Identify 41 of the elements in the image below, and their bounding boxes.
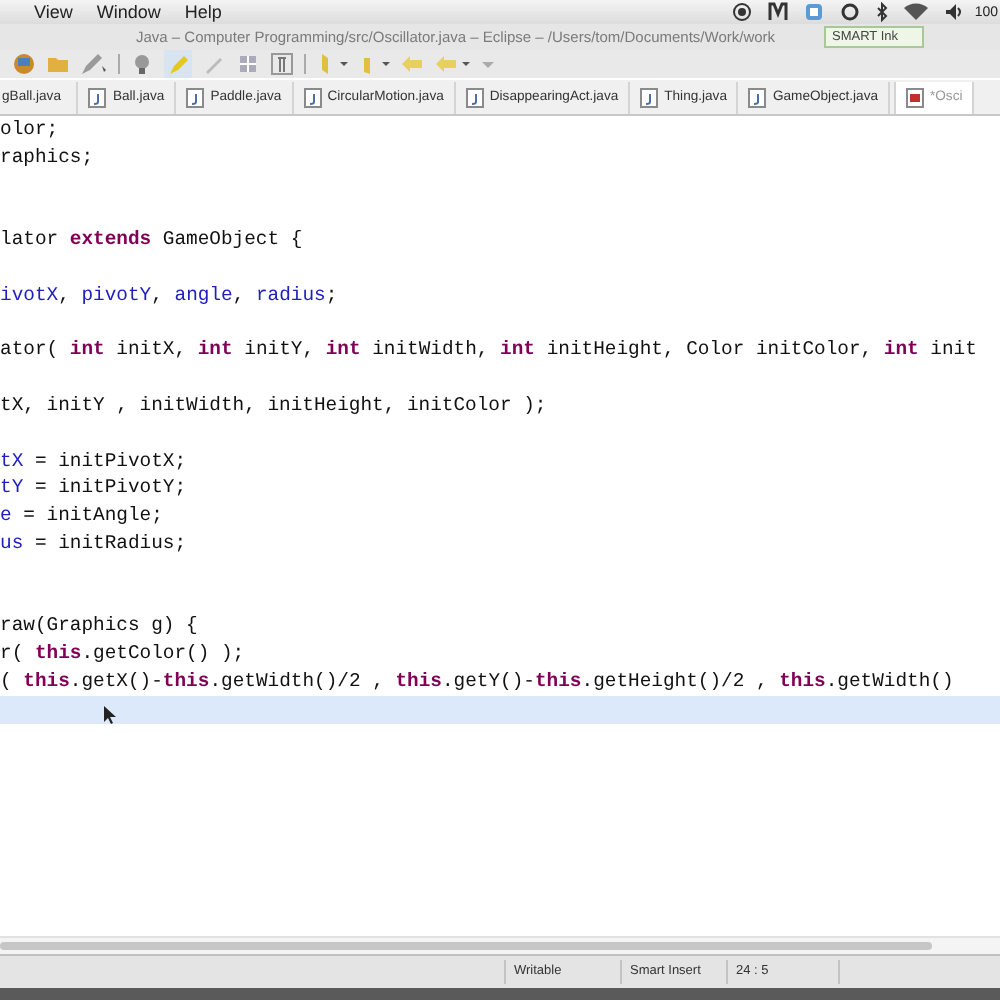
code-line: ator( int initX, int initY, int initWidth, int initHeight, Color initColor, int init — [0, 338, 977, 361]
code-line: r( this.getColor() ); — [0, 642, 245, 665]
file-icon — [640, 87, 659, 107]
code-line: olor; — [0, 118, 59, 140]
horizontal-scrollbar[interactable] — [0, 942, 932, 950]
menu-item[interactable]: Help — [184, 2, 222, 22]
code-line: ( this.getX()-this.getWidth()/2 , this.getY()-this.getHeight()/2 , this.getWidth() — [0, 669, 954, 692]
menu-item[interactable]: Window — [96, 2, 161, 22]
bluetooth-icon[interactable] — [876, 2, 889, 22]
menu-item[interactable]: View — [34, 2, 73, 22]
pencil-icon[interactable] — [80, 52, 108, 76]
code-line: tX = initPivotX; — [0, 449, 187, 472]
record-icon[interactable] — [732, 2, 753, 22]
square-icon[interactable] — [804, 2, 825, 22]
highlighter-icon[interactable] — [164, 50, 192, 78]
paragraph-icon[interactable] — [270, 52, 294, 76]
file-icon — [748, 87, 767, 107]
code-line: tX, initY , initWidth, initHeight, initColor ); — [0, 393, 547, 416]
bulb-icon[interactable] — [130, 52, 154, 76]
volume-icon[interactable] — [944, 2, 965, 22]
code-line: tY = initPivotY; — [0, 476, 187, 499]
package-icon[interactable] — [12, 52, 36, 76]
modified-file-icon — [906, 87, 924, 107]
file-icon — [465, 87, 484, 107]
wifi-icon[interactable] — [904, 2, 929, 22]
code-line: ivotX, pivotY, angle, radius; — [0, 283, 338, 306]
annotation-icon[interactable] — [358, 52, 390, 76]
file-icon — [186, 87, 205, 107]
back-arrow-icon[interactable] — [434, 52, 470, 76]
app-icon[interactable] — [768, 2, 789, 22]
file-icon — [88, 87, 107, 107]
mouse-pointer-icon — [104, 706, 116, 724]
code-line: us = initRadius; — [0, 531, 187, 554]
file-icon — [303, 87, 322, 107]
code-line: lator extends GameObject { — [0, 228, 303, 251]
code-line: raphics; — [0, 145, 94, 168]
back-arrow-icon[interactable] — [400, 52, 424, 76]
code-line: e = initAngle; — [0, 504, 163, 527]
code-line: raw(Graphics g) { — [0, 614, 198, 637]
grid-icon[interactable] — [236, 52, 260, 76]
annotation-icon[interactable] — [316, 52, 348, 76]
